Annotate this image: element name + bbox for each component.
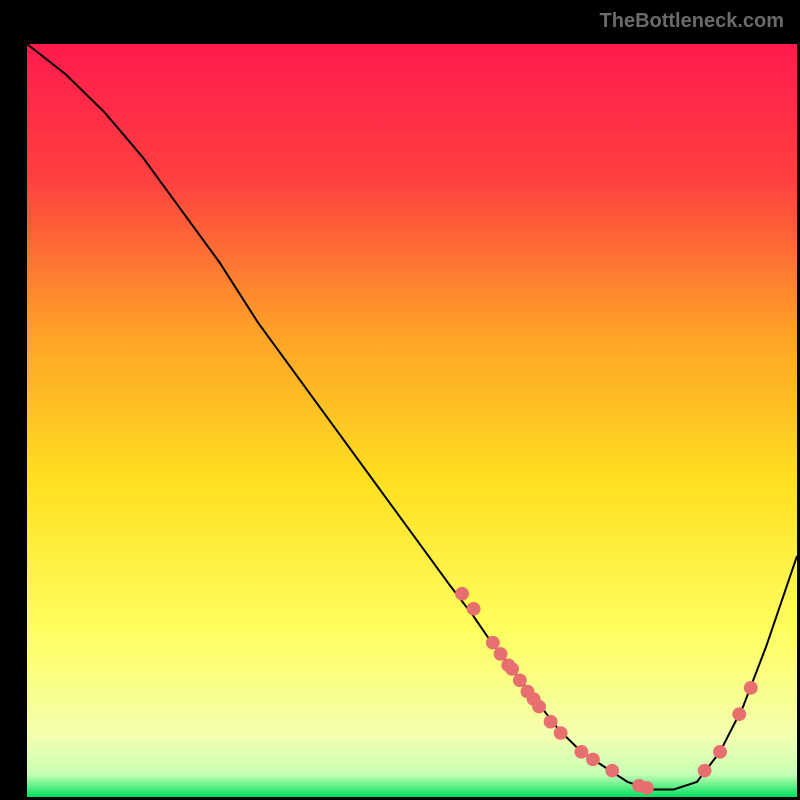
data-dot: [513, 674, 527, 688]
data-dot: [486, 636, 500, 650]
data-dot: [554, 726, 568, 740]
data-dot: [544, 715, 558, 729]
data-dot: [713, 745, 727, 759]
data-dot: [744, 681, 758, 695]
watermark-text: TheBottleneck.com: [600, 10, 784, 33]
data-dot: [698, 764, 712, 778]
data-dot: [574, 745, 588, 759]
bottleneck-curve: [27, 44, 797, 797]
data-dot: [640, 781, 654, 795]
data-dot: [605, 764, 619, 778]
data-dot: [732, 707, 746, 721]
data-dot: [455, 587, 469, 601]
data-dot: [467, 602, 481, 616]
data-dot: [505, 662, 519, 676]
data-dot: [494, 647, 508, 661]
chart-frame: [12, 12, 788, 788]
data-dot: [532, 700, 546, 714]
plot-area: [27, 44, 797, 797]
data-dot: [586, 753, 600, 767]
